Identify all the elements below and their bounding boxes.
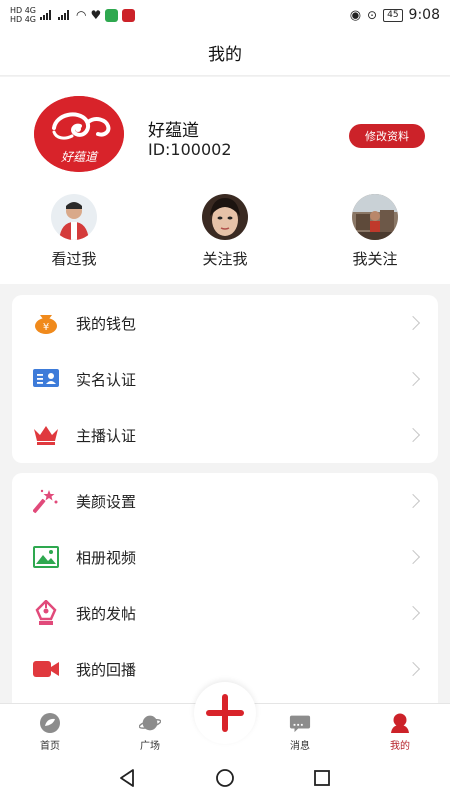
- network-indicators: HD 4G HD 4G: [10, 6, 36, 24]
- nav-item-square[interactable]: 广场: [120, 712, 180, 752]
- menu-item-label: 我的回播: [76, 660, 137, 679]
- person-photo-icon: [202, 194, 248, 240]
- network-2-label: HD 4G: [10, 15, 37, 24]
- page-title: 我的: [208, 45, 242, 65]
- recent-apps-icon[interactable]: [312, 768, 332, 788]
- menu-item-real-name[interactable]: 实名认证: [12, 351, 438, 407]
- home-circle-icon[interactable]: [215, 768, 235, 788]
- crown-icon: [32, 421, 60, 449]
- chevron-right-icon: [405, 549, 421, 565]
- chevron-right-icon: [405, 371, 421, 387]
- menu-item-label: 美颜设置: [76, 492, 137, 511]
- network-1-label: HD 4G: [10, 6, 37, 15]
- menu-item-label: 我的发帖: [76, 604, 137, 623]
- message-icon: [289, 712, 311, 734]
- following-item[interactable]: 我关注: [325, 194, 425, 269]
- status-bar: HD 4G HD 4G ◠ ♥ ◉ ⊙ 45 9:08: [0, 0, 450, 30]
- menu-item-wallet[interactable]: ¥ 我的钱包: [12, 295, 438, 351]
- nav-label: 消息: [290, 741, 310, 752]
- chevron-right-icon: [405, 315, 421, 331]
- video-camera-icon: [32, 655, 60, 683]
- edit-profile-button[interactable]: 修改资料: [349, 124, 425, 148]
- nav-item-messages[interactable]: 消息: [270, 712, 330, 752]
- status-left: HD 4G HD 4G ◠ ♥: [10, 6, 136, 24]
- battery-icon: 45: [383, 8, 403, 22]
- magic-wand-icon: [32, 487, 60, 515]
- svg-text:¥: ¥: [43, 322, 49, 333]
- wallet-icon: ¥: [32, 309, 60, 337]
- avatar[interactable]: 好蕴道: [34, 96, 124, 172]
- logo-icon: 好蕴道: [34, 96, 124, 172]
- followers-label: 关注我: [202, 250, 248, 268]
- avatar: [352, 194, 398, 240]
- avatar: [51, 194, 97, 240]
- back-icon[interactable]: [118, 768, 138, 788]
- status-right: ◉ ⊙ 45 9:08: [350, 7, 440, 23]
- signal-icon: [58, 10, 72, 20]
- menu-card-content: 美颜设置 相册视频 我的发帖 我的回播: [12, 473, 438, 713]
- menu-item-label: 主播认证: [76, 426, 137, 445]
- profile-icon: [389, 712, 411, 734]
- id-card-icon: [32, 365, 60, 393]
- wifi-icon: ◠: [76, 8, 87, 22]
- avatar: [202, 194, 248, 240]
- menu-card-account: ¥ 我的钱包 实名认证 主播认证: [12, 295, 438, 463]
- nav-label: 首页: [40, 741, 60, 752]
- page-header: 我的: [0, 30, 450, 76]
- signal-icon: [40, 10, 54, 20]
- planet-icon: [139, 712, 161, 734]
- home-icon: [39, 712, 61, 734]
- menu-item-beauty[interactable]: 美颜设置: [12, 473, 438, 529]
- followers-item[interactable]: 关注我: [175, 194, 275, 269]
- system-nav-bar: [0, 756, 450, 800]
- nav-label: 广场: [140, 741, 160, 752]
- health-icon: ♥: [90, 8, 102, 22]
- clock: 9:08: [408, 7, 440, 23]
- image-icon: [32, 543, 60, 571]
- nav-item-mine[interactable]: 我的: [370, 712, 430, 752]
- nav-label: 我的: [390, 741, 410, 752]
- person-photo-icon: [51, 194, 97, 240]
- menu-item-album-video[interactable]: 相册视频: [12, 529, 438, 585]
- following-label: 我关注: [352, 250, 398, 268]
- chevron-right-icon: [405, 427, 421, 443]
- nav-item-home[interactable]: 首页: [20, 712, 80, 752]
- menu-item-anchor-auth[interactable]: 主播认证: [12, 407, 438, 463]
- logo-text: 好蕴道: [61, 150, 99, 164]
- viewed-me-label: 看过我: [51, 250, 97, 268]
- location-icon: ⊙: [367, 8, 378, 22]
- menu-item-label: 实名认证: [76, 370, 137, 389]
- user-name: 好蕴道: [148, 121, 199, 141]
- person-photo-icon: [352, 194, 398, 240]
- profile-section: 好蕴道 好蕴道 ID:100002 修改资料 看过我 关注我 我关注: [0, 77, 450, 284]
- menu-item-my-posts[interactable]: 我的发帖: [12, 585, 438, 641]
- chevron-right-icon: [405, 605, 421, 621]
- app-notification-icon: [105, 8, 119, 22]
- user-id: ID:100002: [148, 140, 232, 159]
- menu-item-label: 我的钱包: [76, 314, 137, 333]
- eye-icon: ◉: [349, 7, 362, 23]
- chevron-right-icon: [405, 493, 421, 509]
- app-notification-icon: [122, 8, 136, 22]
- menu-item-label: 相册视频: [76, 548, 137, 567]
- viewed-me-item[interactable]: 看过我: [24, 194, 124, 269]
- chevron-right-icon: [405, 661, 421, 677]
- pen-nib-icon: [32, 599, 60, 627]
- plus-icon: [206, 694, 244, 732]
- publish-button[interactable]: [194, 682, 256, 744]
